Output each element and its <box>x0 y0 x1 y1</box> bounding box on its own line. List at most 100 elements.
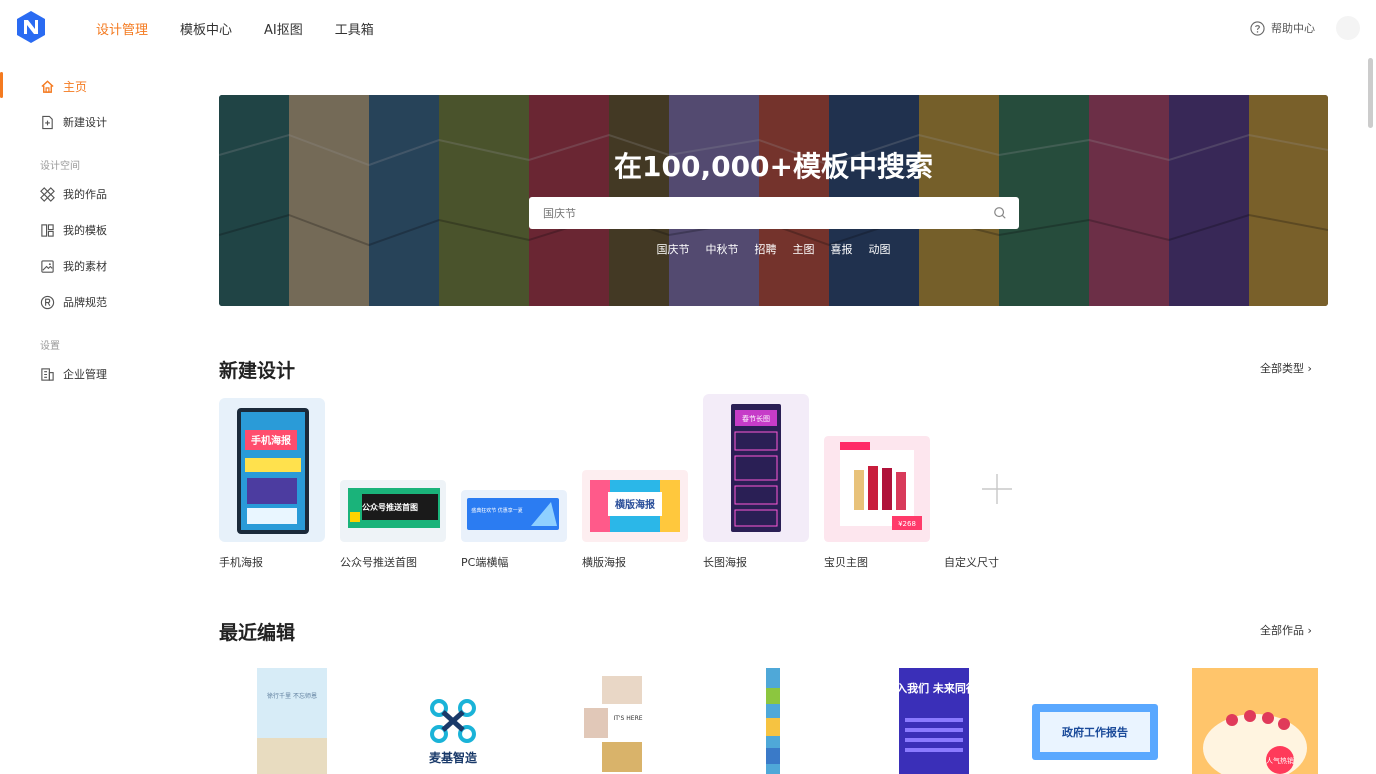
recent-thumbnail: 政府工作报告 <box>1032 704 1158 760</box>
image-icon <box>41 259 54 273</box>
thumb-text: 公众号推送首图 <box>362 502 418 512</box>
sidebar-item-new-design[interactable]: 新建设计 <box>40 114 107 130</box>
template-search-input[interactable] <box>543 197 963 229</box>
sidebar-item-home[interactable]: 主页 <box>40 78 87 95</box>
sidebar-item-label: 我的模板 <box>63 224 107 237</box>
sidebar-item-my-materials[interactable]: 我的素材 <box>40 258 107 274</box>
pc-banner-thumbnail: 盛典狂欢节 优惠享一夏 <box>461 490 567 542</box>
design-card-label: 自定义尺寸 <box>944 556 999 569</box>
product-image-thumbnail: ¥268 <box>824 436 930 542</box>
recent-card[interactable]: 人气热销 <box>1192 668 1318 774</box>
help-center-link[interactable]: 帮助中心 <box>1250 20 1315 36</box>
thumb-text: ¥268 <box>898 520 916 528</box>
active-indicator <box>0 72 3 98</box>
hot-tag[interactable]: 动图 <box>869 241 891 257</box>
thumb-text: 春节长图 <box>742 414 770 423</box>
recent-edits-title: 最近编辑 <box>219 622 296 644</box>
app-logo[interactable] <box>14 10 48 44</box>
help-center-label: 帮助中心 <box>1271 22 1315 35</box>
recent-thumb-text: 麦基智造 <box>429 750 478 765</box>
hot-tag[interactable]: 招聘 <box>755 241 777 257</box>
sidebar-item-enterprise[interactable]: 企业管理 <box>40 366 107 382</box>
works-icon <box>40 186 55 202</box>
design-card-label: 横版海报 <box>582 556 626 569</box>
new-design-title: 新建设计 <box>219 360 296 382</box>
design-card-pc-banner[interactable]: 盛典狂欢节 优惠享一夏 PC端横幅 <box>461 394 573 574</box>
main-nav: 设计管理 模板中心 AI抠图 工具箱 <box>96 0 406 56</box>
thumb-text: 横版海报 <box>615 498 655 511</box>
nav-design-management[interactable]: 设计管理 <box>96 19 148 38</box>
hot-tag[interactable]: 中秋节 <box>706 241 739 257</box>
recent-thumb-text: 加入我们 未来同行 <box>899 681 969 695</box>
design-card-long-poster[interactable]: 春节长图 长图海报 <box>703 394 815 574</box>
design-card-landscape-poster[interactable]: 横版海报 横版海报 <box>582 394 694 574</box>
sidebar-item-label: 企业管理 <box>63 368 107 381</box>
design-card-label: PC端横幅 <box>461 556 509 569</box>
recent-thumbnail: 麦基智造 <box>415 668 491 774</box>
template-icon <box>41 223 54 237</box>
recent-thumbnail: 人气热销 <box>1192 668 1318 774</box>
design-card-label: 宝贝主图 <box>824 556 868 569</box>
design-card-label: 手机海报 <box>219 556 263 569</box>
user-avatar[interactable] <box>1336 16 1360 40</box>
design-card-label: 长图海报 <box>703 556 747 569</box>
plus-icon <box>982 474 1012 504</box>
recent-thumb-text: IT'S HERE <box>613 715 642 722</box>
mobile-poster-thumbnail: 手机海报 <box>219 398 325 542</box>
sidebar-item-my-templates[interactable]: 我的模板 <box>40 222 107 238</box>
recent-thumbnail: 加入我们 未来同行 <box>899 668 969 774</box>
recent-thumbnail: 徐行千里 不忘师恩 <box>257 668 327 774</box>
thumb-text: 盛典狂欢节 优惠享一夏 <box>471 507 523 514</box>
design-card-mobile-poster[interactable]: 手机海报 手机海报 <box>219 394 331 574</box>
sidebar-item-label: 主页 <box>63 80 88 94</box>
nav-template-center[interactable]: 模板中心 <box>180 19 232 38</box>
recent-card[interactable]: 政府工作报告 <box>1032 704 1158 760</box>
top-bar: 设计管理 模板中心 AI抠图 工具箱 帮助中心 <box>0 0 1376 56</box>
sidebar-item-label: 我的作品 <box>63 188 107 201</box>
sidebar-item-label: 我的素材 <box>63 260 107 273</box>
recent-thumb-text: 徐行千里 不忘师恩 <box>267 692 317 700</box>
recent-card[interactable]: 麦基智造 <box>415 668 491 774</box>
long-poster-thumbnail: 春节长图 <box>703 394 809 542</box>
template-search-box[interactable] <box>529 197 1019 229</box>
recent-thumb-text: 人气热销 <box>1266 756 1294 765</box>
all-works-link[interactable]: 全部作品 › <box>1260 622 1312 638</box>
landscape-poster-thumbnail: 横版海报 <box>582 470 688 542</box>
sidebar-item-label: 品牌规范 <box>63 296 107 309</box>
design-card-label: 公众号推送首图 <box>340 556 417 569</box>
recent-thumbnail: IT'S HERE <box>580 668 646 774</box>
design-card-product-image[interactable]: ¥268 宝贝主图 <box>824 394 936 574</box>
sidebar: 主页 新建设计 设计空间 我的作品 我的模板 我的素材 品牌规范 设置 企业管理 <box>0 56 180 774</box>
nav-toolbox[interactable]: 工具箱 <box>335 19 374 38</box>
hot-search-tags: 国庆节 中秋节 招聘 主图 喜报 动图 <box>219 241 1328 257</box>
thumb-text: 手机海报 <box>251 434 291 447</box>
recent-card[interactable]: 加入我们 未来同行 <box>899 668 969 774</box>
recent-thumb-text: 政府工作报告 <box>1062 725 1128 739</box>
hot-tag[interactable]: 喜报 <box>831 241 853 257</box>
search-banner: 在100,000+模板中搜索 国庆节 中秋节 招聘 主图 喜报 动图 <box>219 95 1328 306</box>
building-icon <box>41 367 54 381</box>
wechat-cover-thumbnail: 公众号推送首图 <box>340 480 446 542</box>
recent-card[interactable]: IT'S HERE <box>580 668 646 774</box>
new-file-icon <box>42 115 53 129</box>
recent-card[interactable]: 徐行千里 不忘师恩 <box>257 668 327 774</box>
search-icon[interactable] <box>993 206 1007 220</box>
page-scrollbar[interactable] <box>1368 58 1373 128</box>
sidebar-item-label: 新建设计 <box>63 116 107 129</box>
sidebar-section-settings: 设置 <box>40 341 60 352</box>
registered-icon <box>40 295 55 309</box>
design-card-custom-size[interactable]: 自定义尺寸 <box>944 394 1056 574</box>
design-card-wechat-cover[interactable]: 公众号推送首图 公众号推送首图 <box>340 394 452 574</box>
help-icon <box>1250 20 1265 36</box>
nav-ai-cutout[interactable]: AI抠图 <box>264 19 303 38</box>
all-types-link[interactable]: 全部类型 › <box>1260 360 1312 376</box>
hot-tag[interactable]: 主图 <box>793 241 815 257</box>
hot-tag[interactable]: 国庆节 <box>657 241 690 257</box>
sidebar-item-my-works[interactable]: 我的作品 <box>40 186 107 202</box>
banner-title: 在100,000+模板中搜索 <box>614 150 933 183</box>
sidebar-section-design-space: 设计空间 <box>40 161 80 172</box>
recent-thumbnail <box>766 668 780 774</box>
sidebar-item-brand-spec[interactable]: 品牌规范 <box>40 294 107 310</box>
recent-card[interactable] <box>766 668 780 774</box>
home-icon <box>41 80 54 93</box>
